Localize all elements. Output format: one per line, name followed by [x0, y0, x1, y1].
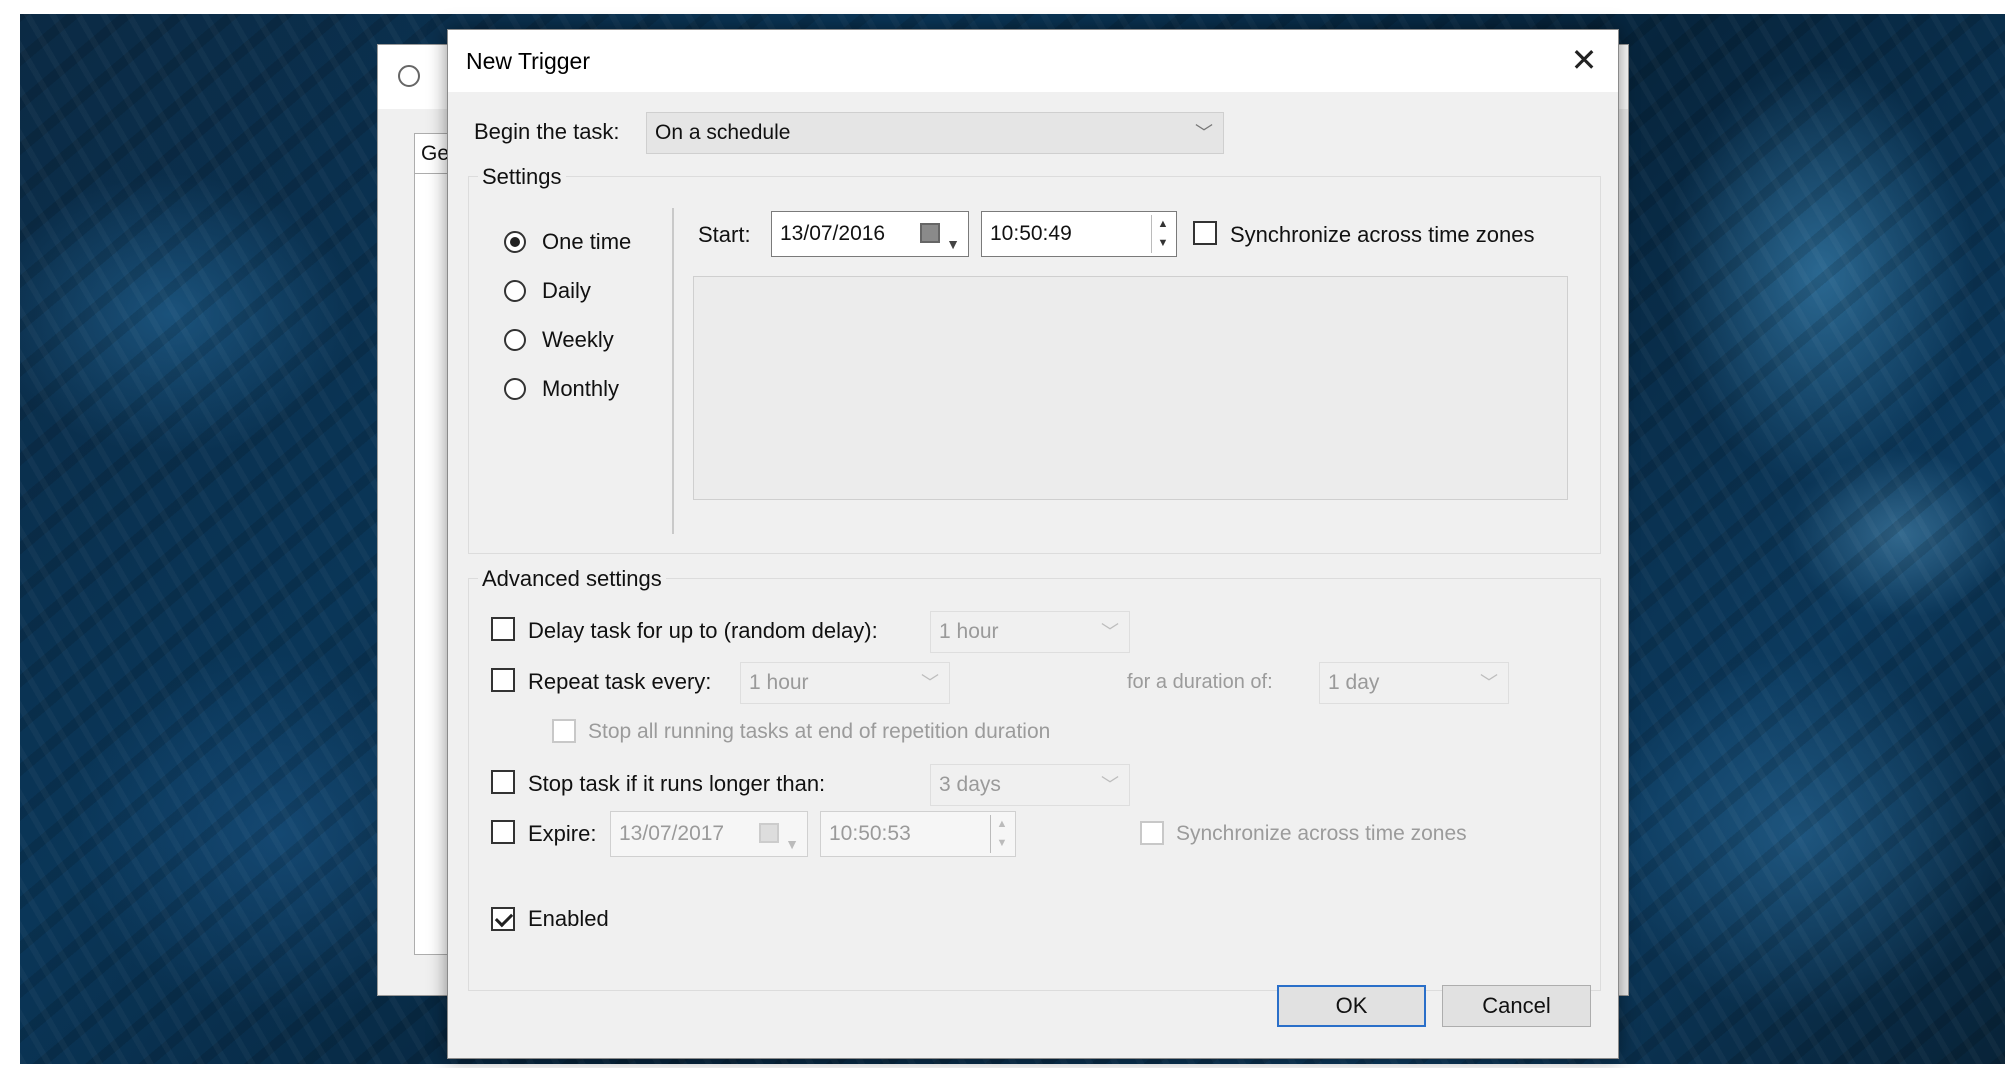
expire-sync-checkbox[interactable] — [1140, 821, 1164, 845]
repeat-interval-dropdown[interactable]: 1 hour ﹀ — [740, 662, 950, 704]
settings-divider — [672, 208, 674, 534]
delay-dropdown[interactable]: 1 hour ﹀ — [930, 611, 1130, 653]
radio-one-time-label[interactable]: One time — [542, 229, 631, 255]
dropdown-arrow-icon[interactable]: ▼ — [785, 822, 799, 866]
stop-task-dropdown[interactable]: 3 days ﹀ — [930, 764, 1130, 806]
duration-dropdown[interactable]: 1 day ﹀ — [1319, 662, 1509, 704]
radio-daily[interactable] — [504, 280, 526, 302]
dropdown-arrow-icon[interactable]: ▼ — [946, 222, 960, 266]
enabled-label[interactable]: Enabled — [528, 906, 609, 932]
stop-all-tasks-checkbox[interactable] — [552, 719, 576, 743]
sync-time-zones-label[interactable]: Synchronize across time zones — [1230, 222, 1534, 248]
dialog-titlebar: New Trigger ✕ — [448, 30, 1618, 92]
repeat-task-checkbox[interactable] — [491, 668, 515, 692]
expire-date-picker[interactable]: 13/07/2017 ▼ — [610, 811, 808, 857]
start-date-picker[interactable]: 13/07/2016 ▼ — [771, 211, 969, 257]
close-icon[interactable]: ✕ — [1564, 40, 1604, 80]
repeat-task-label[interactable]: Repeat task every: — [528, 669, 711, 695]
radio-monthly[interactable] — [504, 378, 526, 400]
clock-icon — [398, 65, 420, 87]
dialog-title: New Trigger — [466, 48, 590, 74]
expire-checkbox[interactable] — [491, 820, 515, 844]
begin-task-value: On a schedule — [655, 121, 791, 144]
chevron-down-icon: ﹀ — [1195, 123, 1213, 143]
chevron-down-icon: ﹀ — [1101, 775, 1119, 795]
start-label: Start: — [698, 222, 751, 247]
delay-value: 1 hour — [939, 620, 999, 643]
start-time-field[interactable]: 10:50:49 ▲ ▼ — [981, 211, 1177, 257]
stop-task-checkbox[interactable] — [491, 770, 515, 794]
recurrence-panel — [693, 276, 1568, 500]
start-date-value: 13/07/2016 — [780, 222, 886, 245]
settings-group-title: Settings — [478, 164, 566, 190]
repeat-interval-value: 1 hour — [749, 671, 809, 694]
radio-daily-label[interactable]: Daily — [542, 278, 591, 304]
enabled-checkbox[interactable] — [491, 907, 515, 931]
radio-weekly-label[interactable]: Weekly — [542, 327, 614, 353]
advanced-settings-title: Advanced settings — [478, 566, 666, 592]
new-trigger-dialog: New Trigger ✕ Begin the task: On a sched… — [447, 29, 1619, 1059]
cancel-button[interactable]: Cancel — [1442, 985, 1591, 1027]
time-spinner-icon[interactable]: ▲ ▼ — [990, 815, 1013, 853]
chevron-down-icon: ﹀ — [921, 673, 939, 693]
chevron-down-icon: ﹀ — [1101, 622, 1119, 642]
begin-task-dropdown[interactable]: On a schedule ﹀ — [646, 112, 1224, 154]
begin-task-label: Begin the task: — [474, 119, 620, 144]
duration-label: for a duration of: — [1127, 671, 1273, 693]
radio-weekly[interactable] — [504, 329, 526, 351]
expire-date-value: 13/07/2017 — [619, 822, 725, 845]
radio-monthly-label[interactable]: Monthly — [542, 376, 619, 402]
ok-button[interactable]: OK — [1277, 985, 1426, 1027]
sync-time-zones-checkbox[interactable] — [1193, 221, 1217, 245]
expire-label[interactable]: Expire: — [528, 821, 596, 847]
chevron-down-icon: ﹀ — [1480, 673, 1498, 693]
stop-task-value: 3 days — [939, 773, 1001, 796]
delay-task-checkbox[interactable] — [491, 617, 515, 641]
stop-all-tasks-label[interactable]: Stop all running tasks at end of repetit… — [588, 720, 1050, 744]
expire-time-value: 10:50:53 — [829, 822, 911, 845]
radio-one-time[interactable] — [504, 231, 526, 253]
duration-value: 1 day — [1328, 671, 1380, 694]
expire-time-field[interactable]: 10:50:53 ▲ ▼ — [820, 811, 1016, 857]
delay-task-label[interactable]: Delay task for up to (random delay): — [528, 618, 878, 644]
start-time-value: 10:50:49 — [990, 222, 1072, 245]
stop-task-label[interactable]: Stop task if it runs longer than: — [528, 771, 825, 797]
calendar-icon[interactable] — [759, 823, 779, 843]
calendar-icon[interactable] — [920, 223, 940, 243]
expire-sync-label[interactable]: Synchronize across time zones — [1176, 822, 1467, 846]
time-spinner-icon[interactable]: ▲ ▼ — [1151, 215, 1174, 253]
